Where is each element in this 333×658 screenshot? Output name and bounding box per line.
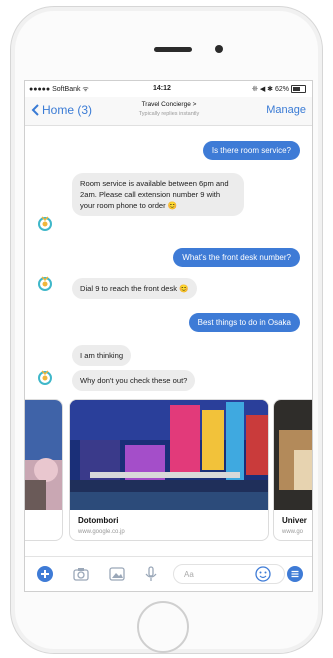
battery-icon xyxy=(291,85,306,94)
bot-message: Why don't you check these out? xyxy=(72,370,196,391)
bot-avatar-icon xyxy=(38,216,52,231)
carrier-label: ●●●●● SoftBank ᯤ xyxy=(29,86,89,93)
microphone-icon[interactable] xyxy=(143,566,159,582)
home-button[interactable] xyxy=(137,601,189,653)
conversation-subtitle: Typically replies instantly xyxy=(138,111,200,117)
carousel-card-dotombori[interactable]: Dotombori www.google.co.jp xyxy=(69,399,269,541)
bot-avatar-icon xyxy=(38,276,52,291)
chat-screen: ●●●●● SoftBank ᯤ 14:12 ❊ ◀ ✱ 62% Home (3… xyxy=(24,80,313,592)
camera-icon[interactable] xyxy=(73,566,89,582)
carousel-card-universal[interactable]: Univer www.go xyxy=(273,399,312,541)
card-title: Univer xyxy=(282,516,307,525)
bot-message: Dial 9 to reach the front desk 😊 xyxy=(72,278,197,299)
chevron-left-icon xyxy=(31,104,39,116)
user-message: Best things to do in Osaka xyxy=(188,313,300,332)
user-message: What's the front desk number? xyxy=(173,248,300,267)
carousel-card-partial-left[interactable] xyxy=(25,399,63,541)
clock: 14:12 xyxy=(153,85,171,92)
bot-message: I am thinking xyxy=(72,345,132,366)
back-label: Home (3) xyxy=(42,103,93,117)
back-button[interactable]: Home (3) xyxy=(31,103,92,117)
composer-bar: Aa xyxy=(25,556,312,591)
emoji-icon[interactable] xyxy=(255,566,271,582)
universal-photo xyxy=(274,400,312,510)
nav-bar: Home (3) Travel Concierge > Typically re… xyxy=(25,97,312,126)
conversation-title[interactable]: Travel Concierge > xyxy=(119,101,219,108)
status-right: ❊ ◀ ✱ 62% xyxy=(252,85,306,94)
speaker-grille xyxy=(154,47,192,52)
plus-icon[interactable] xyxy=(37,566,53,582)
status-bar: ●●●●● SoftBank ᯤ 14:12 ❊ ◀ ✱ 62% xyxy=(25,81,312,97)
bot-avatar-icon xyxy=(38,370,52,385)
user-message: Is there room service? xyxy=(202,141,300,160)
front-camera xyxy=(215,45,223,53)
menu-icon[interactable] xyxy=(287,566,303,582)
card-title: Dotombori xyxy=(78,516,119,525)
battery-percent: ❊ ◀ ✱ 62% xyxy=(252,86,289,93)
manage-button[interactable]: Manage xyxy=(266,104,306,116)
card-url: www.go xyxy=(282,529,304,535)
castle-photo xyxy=(25,400,62,510)
card-url: www.google.co.jp xyxy=(78,529,125,535)
dotombori-photo xyxy=(70,400,268,510)
bot-message: Room service is available between 6pm an… xyxy=(72,173,244,216)
photo-icon[interactable] xyxy=(109,566,125,582)
